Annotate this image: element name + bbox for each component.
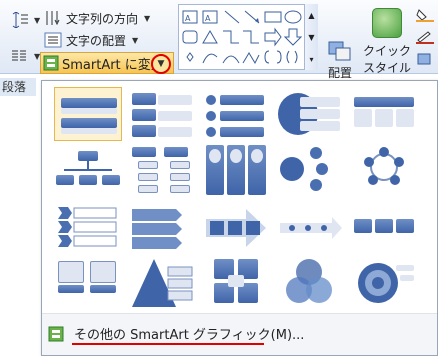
chevron-down-icon: ▼ bbox=[34, 15, 41, 25]
quick-style-label-2: スタイル bbox=[362, 61, 411, 75]
smartart-thumb-picture-caption[interactable] bbox=[54, 257, 122, 311]
arrange-label: 配置 bbox=[327, 66, 352, 80]
smartart-dropdown-arrow[interactable]: ▼ bbox=[151, 54, 171, 74]
more-smartart-label: その他の SmartArt グラフィック(M)... bbox=[74, 328, 305, 343]
text-direction-label: 文字列の方向 bbox=[66, 11, 139, 26]
arrange-icon bbox=[328, 41, 351, 61]
smartart-thumb-vertical-list[interactable] bbox=[54, 87, 122, 141]
gallery-scrollbar[interactable]: ▲ ▼ ▾ bbox=[304, 4, 318, 70]
chevron-down-icon: ▼ bbox=[132, 35, 139, 45]
smartart-gallery bbox=[50, 87, 430, 307]
smartart-dropdown: その他の SmartArt グラフィック(M)... bbox=[41, 80, 438, 356]
smartart-thumb-chevron-list[interactable] bbox=[54, 201, 122, 255]
line-spacing-button[interactable]: ▼ bbox=[10, 10, 40, 30]
text-align-icon bbox=[44, 32, 62, 48]
smartart-thumb-process-arrows[interactable] bbox=[128, 201, 196, 255]
quick-style-button[interactable]: クイック スタイル▼ bbox=[362, 8, 412, 90]
line-spacing-icon bbox=[10, 11, 28, 29]
smartart-thumb-picture-list[interactable] bbox=[202, 143, 270, 197]
smartart-thumb-pyramid[interactable] bbox=[128, 257, 196, 311]
smartart-thumb-target[interactable] bbox=[350, 257, 418, 311]
smartart-thumb-radial-list[interactable] bbox=[276, 143, 344, 197]
smartart-thumb-segmented-process[interactable] bbox=[350, 201, 418, 255]
smartart-thumb-stacked-list[interactable] bbox=[128, 87, 196, 141]
smartart-thumb-venn[interactable] bbox=[276, 257, 344, 311]
scroll-up-icon[interactable]: ▲ bbox=[308, 11, 314, 20]
shape-outline-icon[interactable] bbox=[416, 30, 434, 44]
text-align-label: 文字の配置 bbox=[66, 33, 127, 48]
smartart-label: SmartArt に変換 bbox=[62, 57, 164, 73]
smartart-thumb-bullet-list[interactable] bbox=[202, 87, 270, 141]
quick-style-label-1: クイック bbox=[362, 44, 411, 58]
smartart-thumb-circle-list[interactable] bbox=[276, 87, 344, 141]
quick-style-icon bbox=[372, 8, 402, 38]
text-direction-button[interactable]: 文字列の方向 ▼ bbox=[44, 8, 150, 28]
columns-icon bbox=[10, 48, 28, 64]
smartart-thumb-timeline[interactable] bbox=[276, 201, 344, 255]
more-icon[interactable]: ▾ bbox=[309, 55, 313, 64]
scroll-down-icon[interactable]: ▼ bbox=[308, 33, 314, 42]
text-direction-icon bbox=[44, 10, 62, 26]
ribbon: ▼ ▼ 文字列の方向 ▼ 文字の配置 ▼ SmartArt に変換 ▼ A A bbox=[0, 0, 438, 90]
columns-button[interactable]: ▼ bbox=[10, 46, 40, 66]
svg-text:A: A bbox=[205, 14, 211, 23]
shapes-gallery[interactable]: A A bbox=[178, 4, 318, 70]
smartart-icon bbox=[43, 55, 59, 71]
more-smartart-menu-item[interactable]: その他の SmartArt グラフィック(M)... bbox=[42, 313, 437, 355]
smartart-icon bbox=[48, 326, 64, 342]
smartart-thumb-table-list[interactable] bbox=[350, 87, 418, 141]
highlight-underline bbox=[72, 343, 264, 345]
smartart-thumb-matrix[interactable] bbox=[202, 257, 270, 311]
smartart-thumb-org-chart[interactable] bbox=[54, 143, 122, 197]
smartart-thumb-hierarchy-list[interactable] bbox=[128, 143, 196, 197]
paragraph-group-label: 段落 bbox=[0, 78, 36, 96]
smartart-thumb-cycle[interactable] bbox=[350, 143, 418, 197]
svg-text:A: A bbox=[185, 14, 191, 23]
text-align-button[interactable]: 文字の配置 ▼ bbox=[44, 30, 138, 50]
shape-effects-icon[interactable] bbox=[416, 52, 434, 66]
shape-fill-icon[interactable] bbox=[416, 8, 434, 22]
chevron-down-icon: ▼ bbox=[144, 13, 151, 23]
smartart-thumb-upward-arrow[interactable] bbox=[202, 201, 270, 255]
